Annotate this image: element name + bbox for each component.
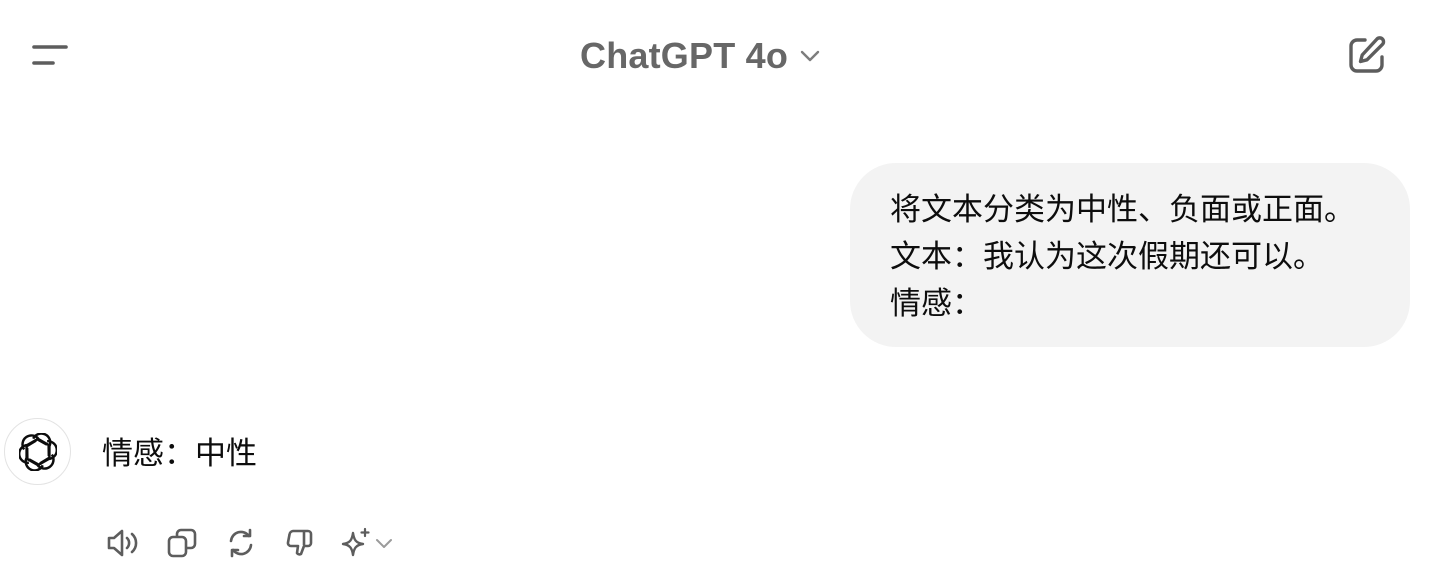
copy-button[interactable] <box>159 520 205 566</box>
thumbs-down-icon <box>284 527 316 559</box>
user-message-line: 文本：我认为这次假期还可以。 <box>890 239 1324 275</box>
chat-page: ChatGPT 4o 将文本分类为中性、负面或正面。 文本：我认为这次假期还可以… <box>0 0 1433 585</box>
refresh-icon <box>225 527 257 559</box>
assistant-message-text: 情感：中性 <box>102 436 257 472</box>
assistant-avatar <box>4 418 71 485</box>
user-message-line: 将文本分类为中性、负面或正面。 <box>890 192 1355 228</box>
new-chat-button[interactable] <box>1340 28 1394 82</box>
sparkle-icon <box>340 527 372 559</box>
speaker-icon <box>105 527 141 559</box>
chevron-down-icon <box>374 533 394 553</box>
sidebar-menu-icon <box>31 42 69 68</box>
copy-icon <box>166 527 198 559</box>
user-message-bubble: 将文本分类为中性、负面或正面。 文本：我认为这次假期还可以。 情感： <box>850 163 1410 347</box>
change-model-button[interactable] <box>336 520 398 566</box>
top-header: ChatGPT 4o <box>0 0 1433 110</box>
read-aloud-button[interactable] <box>100 520 146 566</box>
regenerate-button[interactable] <box>218 520 264 566</box>
openai-logo-icon <box>18 432 57 471</box>
model-selector[interactable]: ChatGPT 4o <box>574 30 828 82</box>
message-action-bar <box>100 520 411 566</box>
sidebar-toggle-button[interactable] <box>20 30 80 80</box>
model-title: ChatGPT 4o <box>580 35 789 76</box>
edit-pencil-icon <box>1346 34 1388 76</box>
chevron-down-icon <box>798 44 822 68</box>
user-message-line: 情感： <box>890 286 983 322</box>
bad-response-button[interactable] <box>277 520 323 566</box>
